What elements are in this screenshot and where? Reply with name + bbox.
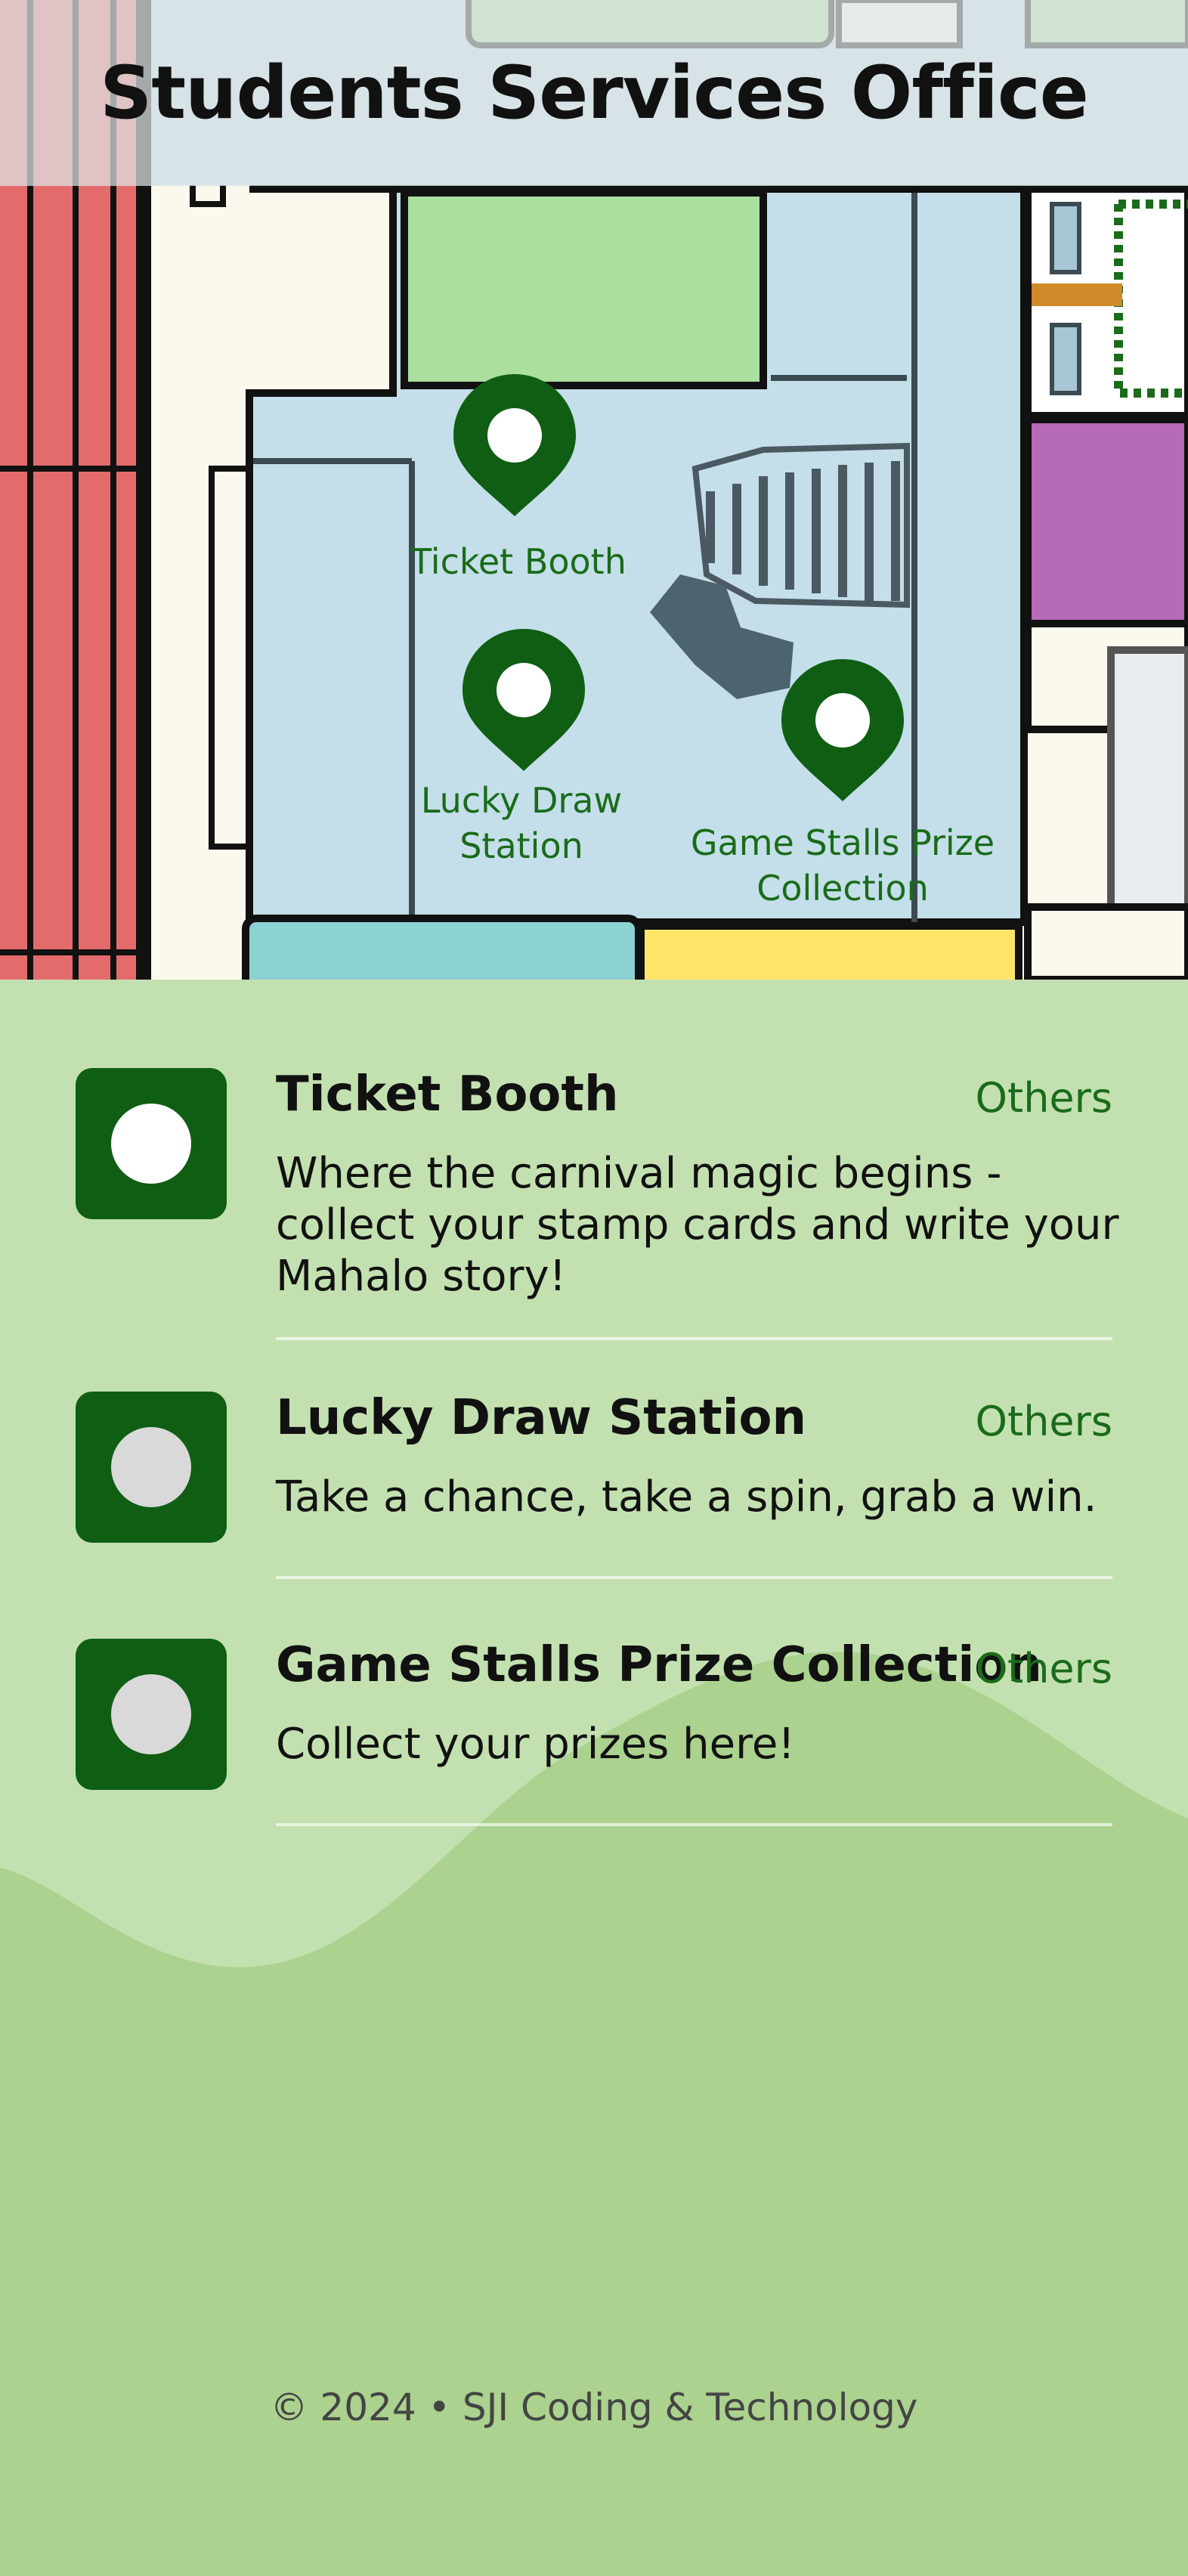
- thumbnail-circle-icon: [111, 1104, 191, 1184]
- location-thumbnail: [76, 1068, 227, 1219]
- location-description: Where the carnival magic begins - collec…: [276, 1149, 1119, 1301]
- divider: [276, 1823, 1112, 1826]
- list-item-game-stalls-prize-collection[interactable]: Game Stalls Prize Collection Others Coll…: [76, 1637, 1112, 1828]
- location-list: Ticket Booth Others Where the carnival m…: [0, 980, 1188, 2576]
- map-pin-game-stalls[interactable]: [781, 659, 904, 801]
- location-category: Others: [975, 1074, 1112, 1122]
- location-description: Take a chance, take a spin, grab a win.: [276, 1472, 1097, 1522]
- location-thumbnail: [76, 1392, 227, 1543]
- location-title: Lucky Draw Station: [276, 1390, 807, 1446]
- list-item-lucky-draw-station[interactable]: Lucky Draw Station Others Take a chance,…: [76, 1390, 1112, 1581]
- footer-copyright: © 2024 • SJI Coding & Technology: [270, 2386, 918, 2429]
- location-title: Game Stalls Prize Collection: [276, 1637, 1042, 1693]
- thumbnail-circle-icon: [111, 1674, 191, 1754]
- list-item-ticket-booth[interactable]: Ticket Booth Others Where the carnival m…: [76, 1067, 1119, 1340]
- venue-map[interactable]: Students Services Office Ticket Booth Lu…: [0, 0, 1188, 980]
- page-title: Students Services Office: [100, 51, 1089, 135]
- map-pin-lucky-draw[interactable]: [463, 629, 585, 771]
- divider: [276, 1576, 1112, 1579]
- location-thumbnail: [76, 1639, 227, 1790]
- location-category: Others: [975, 1645, 1112, 1692]
- location-pin-icon: [781, 659, 904, 801]
- location-title: Ticket Booth: [276, 1067, 619, 1122]
- page-header: Students Services Office: [0, 0, 1188, 186]
- map-pin-label: Game Stalls Prize Collection: [690, 822, 995, 909]
- location-description: Collect your prizes here!: [276, 1720, 795, 1769]
- divider: [276, 1337, 1112, 1340]
- thumbnail-circle-icon: [111, 1427, 191, 1507]
- location-category: Others: [975, 1398, 1112, 1445]
- location-pin-icon: [453, 374, 576, 516]
- map-pin-label: Ticket Booth: [410, 541, 626, 582]
- map-pin-label: Lucky Draw Station: [420, 780, 623, 866]
- location-pin-icon: [463, 629, 585, 771]
- map-pin-ticket-booth[interactable]: [453, 374, 576, 516]
